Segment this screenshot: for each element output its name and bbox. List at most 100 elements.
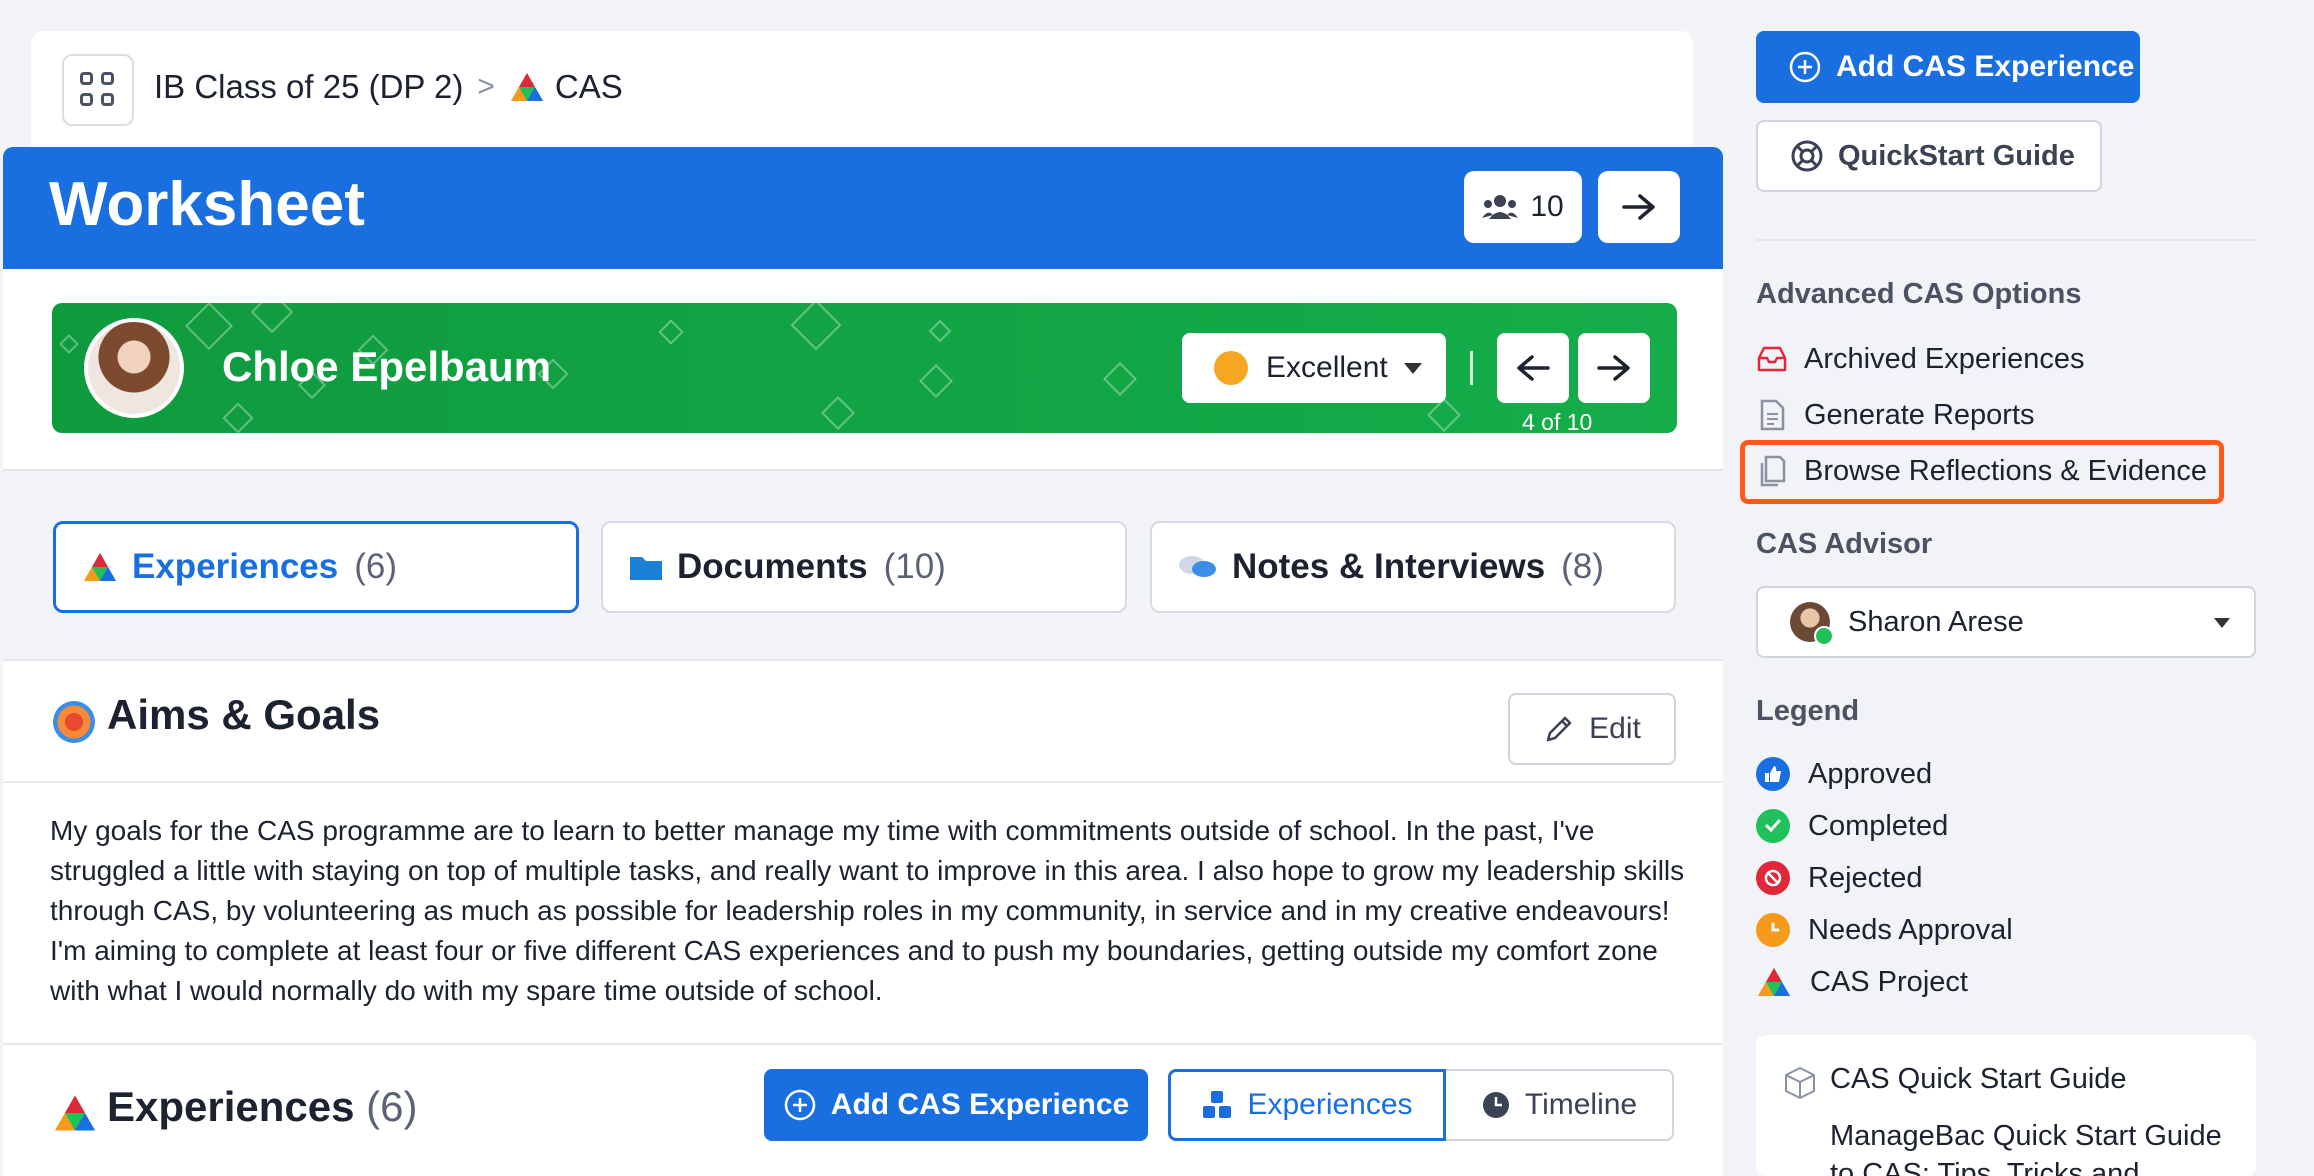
target-icon xyxy=(53,701,95,743)
grade-value: Excellent xyxy=(1266,351,1388,384)
arrow-right-icon xyxy=(1622,194,1655,220)
cas-triangle-icon xyxy=(55,1095,95,1131)
arrow-left-icon xyxy=(1517,355,1550,381)
advisor-name: Sharon Arese xyxy=(1848,605,2024,638)
blocks-icon xyxy=(1203,1091,1232,1118)
sidebar-divider xyxy=(1756,239,2256,241)
quick-start-guide-card[interactable]: CAS Quick Start Guide ManageBac Quick St… xyxy=(1756,1035,2256,1176)
link-label: Generate Reports xyxy=(1804,398,2035,431)
thumbs-up-icon xyxy=(1756,757,1790,791)
inbox-icon xyxy=(1757,346,1787,372)
view-experiences-label: Experiences xyxy=(1247,1088,1413,1121)
breadcrumb-section[interactable]: CAS xyxy=(555,68,623,106)
edit-button[interactable]: Edit xyxy=(1508,693,1676,765)
breadcrumb-card: IB Class of 25 (DP 2) > CAS xyxy=(31,31,1693,161)
experiences-count: (6) xyxy=(366,1083,418,1130)
caret-down-icon xyxy=(1404,363,1422,374)
sidebar-add-label: Add CAS Experience xyxy=(1836,50,2135,83)
folder-icon xyxy=(630,557,662,580)
plus-circle-icon xyxy=(784,1089,816,1121)
chat-bubbles-icon xyxy=(1179,556,1216,577)
aims-goals-header: Aims & Goals Edit xyxy=(3,661,1723,783)
link-label: Archived Experiences xyxy=(1804,342,2085,375)
grade-dropdown[interactable]: Excellent xyxy=(1182,333,1446,403)
generate-reports-link[interactable]: Generate Reports xyxy=(1756,393,2035,437)
tab-experiences[interactable]: Experiences (6) xyxy=(53,521,579,613)
sidebar-add-cas-experience-button[interactable]: Add CAS Experience xyxy=(1756,31,2140,103)
tab-count: (10) xyxy=(883,547,946,586)
student-count: 10 xyxy=(1530,190,1564,223)
clock-icon xyxy=(1482,1092,1509,1118)
tab-documents[interactable]: Documents (10) xyxy=(601,521,1127,613)
pencil-icon xyxy=(1546,716,1572,742)
student-avatar xyxy=(84,318,184,418)
cas-triangle-icon xyxy=(510,73,543,101)
tab-notes-interviews[interactable]: Notes & Interviews (8) xyxy=(1150,521,1676,613)
experiences-title: Experiences xyxy=(107,1083,355,1130)
student-section: Chloe Epelbaum Excellent 4 of 10 xyxy=(3,269,1723,469)
section-title: Experiences (6) xyxy=(107,1083,418,1131)
trophy-icon xyxy=(1214,351,1248,385)
quickstart-guide-button[interactable]: QuickStart Guide xyxy=(1756,120,2102,192)
legend-label: CAS Project xyxy=(1810,965,1968,998)
tab-count: (6) xyxy=(354,547,398,586)
legend-cas-project: CAS Project xyxy=(1756,962,1968,1002)
worksheet-body: Chloe Epelbaum Excellent 4 of 10 Experie… xyxy=(3,269,1723,1176)
cas-triangle-icon xyxy=(1758,968,1790,996)
advisor-avatar xyxy=(1790,602,1834,646)
cube-icon xyxy=(1785,1067,1815,1099)
student-count-button[interactable]: 10 xyxy=(1464,171,1582,243)
guide-text: ManageBac Quick Start Guide to CAS: Tips… xyxy=(1830,1120,2222,1176)
plus-circle-icon xyxy=(1789,51,1821,83)
breadcrumb: IB Class of 25 (DP 2) > CAS xyxy=(154,68,623,106)
divider xyxy=(1470,351,1473,385)
legend-label: Needs Approval xyxy=(1808,913,2013,946)
legend-rejected: Rejected xyxy=(1756,858,1922,898)
legend-label: Completed xyxy=(1808,809,1949,842)
view-experiences-toggle[interactable]: Experiences xyxy=(1168,1069,1446,1141)
quickstart-label: QuickStart Guide xyxy=(1838,139,2075,172)
worksheet-header: Worksheet 10 xyxy=(3,147,1723,269)
arrow-right-icon xyxy=(1597,355,1630,381)
lifebuoy-icon xyxy=(1791,140,1823,172)
tab-label: Notes & Interviews xyxy=(1232,547,1546,586)
add-cas-experience-button[interactable]: Add CAS Experience xyxy=(764,1069,1148,1141)
legend-completed: Completed xyxy=(1756,806,1948,846)
legend-heading: Legend xyxy=(1756,695,1860,727)
student-name: Chloe Epelbaum xyxy=(222,343,552,390)
aims-goals-text: My goals for the CAS programme are to le… xyxy=(50,815,1685,1006)
selection-highlight xyxy=(1740,440,2224,504)
caret-down-icon xyxy=(2214,618,2230,628)
cas-advisor-dropdown[interactable]: Sharon Arese xyxy=(1756,586,2256,658)
add-experience-label: Add CAS Experience xyxy=(830,1088,1130,1121)
student-pager: 4 of 10 xyxy=(1522,409,1593,433)
legend-approved: Approved xyxy=(1756,754,1932,794)
check-icon xyxy=(1756,809,1790,843)
tab-label: Documents xyxy=(677,547,868,586)
breadcrumb-class[interactable]: IB Class of 25 (DP 2) xyxy=(154,68,463,106)
guide-title: CAS Quick Start Guide xyxy=(1830,1063,2127,1095)
report-icon xyxy=(1760,399,1785,431)
next-student-button[interactable] xyxy=(1578,333,1650,403)
page-title: Worksheet xyxy=(49,170,365,239)
legend-needs-approval: Needs Approval xyxy=(1756,910,2013,950)
view-timeline-toggle[interactable]: Timeline xyxy=(1446,1069,1674,1141)
cas-triangle-icon xyxy=(84,553,116,581)
student-banner: Chloe Epelbaum Excellent 4 of 10 xyxy=(52,303,1677,433)
edit-label: Edit xyxy=(1589,712,1641,745)
tabs-bar: Experiences (6) Documents (10) Notes & I… xyxy=(3,469,1723,661)
view-timeline-label: Timeline xyxy=(1524,1088,1638,1121)
clock-icon xyxy=(1756,913,1790,947)
ban-icon xyxy=(1756,861,1790,895)
cas-advisor-heading: CAS Advisor xyxy=(1756,528,1933,560)
header-next-button[interactable] xyxy=(1598,171,1680,243)
breadcrumb-separator: > xyxy=(477,70,495,103)
previous-student-button[interactable] xyxy=(1497,333,1569,403)
users-icon xyxy=(1482,195,1519,219)
legend-label: Approved xyxy=(1808,757,1933,790)
tab-count: (8) xyxy=(1561,547,1604,586)
archived-experiences-link[interactable]: Archived Experiences xyxy=(1756,337,2084,381)
section-title: Aims & Goals xyxy=(107,691,381,738)
advanced-options-heading: Advanced CAS Options xyxy=(1756,278,2082,310)
app-grid-button[interactable] xyxy=(62,54,134,126)
